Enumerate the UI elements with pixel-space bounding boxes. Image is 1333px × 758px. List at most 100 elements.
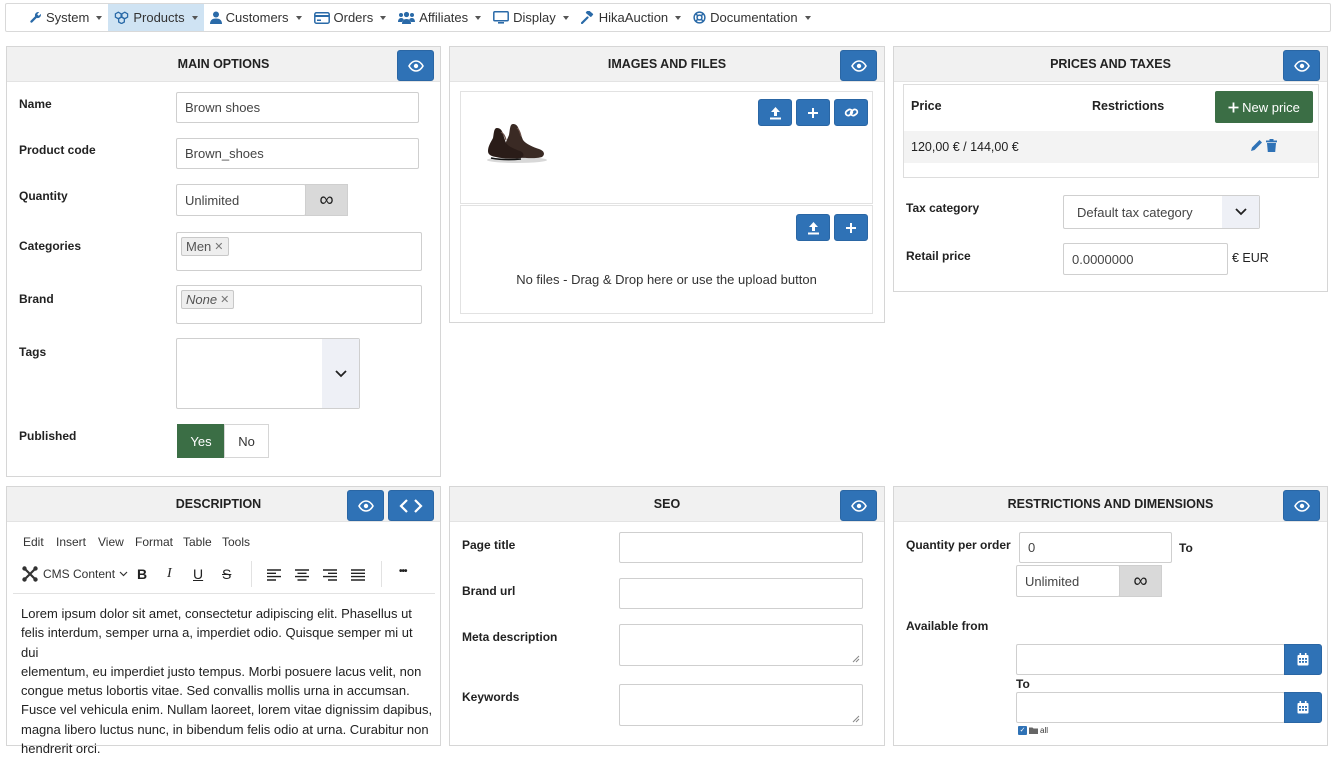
calendar-icon [1297, 701, 1309, 714]
nav-orders[interactable]: Orders [308, 4, 393, 31]
max-quantity-input[interactable]: Unlimited [1016, 565, 1120, 597]
nav-documentation[interactable]: Documentation [687, 4, 816, 31]
available-to-calendar-button[interactable] [1284, 692, 1322, 723]
align-left-icon [267, 569, 281, 581]
new-price-button[interactable]: New price [1215, 91, 1313, 123]
keywords-label: Keywords [462, 690, 520, 704]
menu-table[interactable]: Table [183, 535, 212, 549]
product-code-label: Product code [19, 143, 96, 157]
product-image[interactable] [483, 120, 549, 167]
tags-select[interactable] [176, 338, 360, 409]
align-center-button[interactable] [295, 569, 309, 584]
categories-label: Categories [19, 239, 82, 253]
published-no-button[interactable]: No [224, 424, 269, 458]
editor-content[interactable]: Lorem ipsum dolor sit amet, consectetur … [21, 604, 433, 758]
link-image-button[interactable] [834, 99, 868, 126]
keywords-textarea[interactable] [619, 684, 863, 726]
min-quantity-input[interactable]: 0 [1019, 532, 1172, 563]
remove-tag-icon[interactable]: ✕ [220, 293, 229, 306]
toggle-visibility-button[interactable] [1283, 490, 1320, 521]
pencil-icon [1251, 140, 1262, 151]
nav-label: Affiliates [419, 10, 469, 25]
cms-content-dropdown[interactable]: CMS Content [21, 565, 128, 583]
upload-image-button[interactable] [758, 99, 792, 126]
menu-insert[interactable]: Insert [56, 535, 86, 549]
tax-category-value: Default tax category [1077, 205, 1193, 220]
nav-products[interactable]: Products [108, 4, 204, 31]
categories-select[interactable]: Men ✕ [176, 232, 422, 271]
nav-label: Documentation [710, 10, 798, 25]
nav-display[interactable]: Display [487, 4, 575, 31]
toggle-visibility-button[interactable] [1283, 50, 1320, 81]
justify-button[interactable] [351, 569, 365, 584]
eye-icon [407, 59, 424, 72]
remove-tag-icon[interactable]: ✕ [214, 240, 223, 253]
brand-select[interactable]: None ✕ [176, 285, 422, 324]
bold-button[interactable]: B [137, 566, 147, 582]
editor-line: magna libero luctus nunc, in bibendum fe… [21, 721, 429, 737]
available-from-calendar-button[interactable] [1284, 644, 1322, 675]
toggle-visibility-button[interactable] [347, 490, 384, 521]
menu-edit[interactable]: Edit [23, 535, 44, 549]
plus-icon [1228, 102, 1239, 112]
italic-button[interactable]: I [167, 566, 172, 582]
monitor-icon [493, 11, 510, 24]
align-right-button[interactable] [323, 569, 337, 584]
upload-icon [769, 106, 781, 119]
images-dropzone[interactable] [460, 91, 873, 204]
strikethrough-button[interactable]: S [222, 566, 231, 582]
quantity-input[interactable]: Unlimited [176, 184, 306, 216]
page-title-input[interactable] [619, 532, 863, 563]
retail-price-input[interactable]: 0.0000000 [1063, 243, 1228, 275]
unlimited-toggle-button[interactable]: ∞ [1119, 565, 1162, 597]
eye-icon [357, 499, 374, 512]
resize-handle-icon[interactable] [852, 715, 860, 723]
meta-description-textarea[interactable] [619, 624, 863, 666]
editor-separator [13, 593, 435, 594]
gavel-icon [580, 11, 595, 24]
editor-line: Fusce vel vehicula enim. Nullam laoreet,… [21, 702, 433, 718]
toggle-visibility-button[interactable] [840, 490, 877, 521]
add-image-button[interactable] [796, 99, 830, 126]
published-yes-button[interactable]: Yes [177, 424, 225, 458]
upload-icon [807, 221, 819, 234]
underline-button[interactable]: U [193, 566, 203, 582]
available-to-input[interactable] [1016, 692, 1285, 723]
nav-hikaauction[interactable]: HikaAuction [575, 4, 687, 31]
editor-toolbar: CMS Content B I U S ••• [13, 561, 435, 591]
toggle-visibility-button[interactable] [840, 50, 877, 81]
align-left-button[interactable] [267, 569, 281, 584]
toggle-visibility-button[interactable] [397, 50, 434, 81]
add-file-button[interactable] [834, 214, 868, 241]
product-code-input[interactable]: Brown_shoes [176, 138, 419, 169]
files-dropzone[interactable]: No files - Drag & Drop here or use the u… [460, 205, 873, 314]
upload-file-button[interactable] [796, 214, 830, 241]
available-from-input[interactable] [1016, 644, 1285, 675]
tags-dropdown-toggle[interactable] [322, 339, 359, 408]
unlimited-toggle-button[interactable]: ∞ [305, 184, 348, 216]
more-options-button[interactable]: ••• [399, 566, 407, 577]
resize-handle-icon[interactable] [852, 655, 860, 663]
new-price-label: New price [1242, 99, 1300, 115]
toggle-editor-button[interactable] [388, 490, 434, 521]
link-icon [844, 108, 858, 117]
tax-category-toggle[interactable] [1222, 196, 1259, 228]
nav-customers[interactable]: Customers [204, 4, 308, 31]
menu-tools[interactable]: Tools [222, 535, 250, 549]
users-icon [398, 11, 416, 24]
panel-title: SEO [450, 487, 884, 522]
tax-category-select[interactable]: Default tax category [1063, 195, 1260, 229]
delete-price-button[interactable] [1266, 139, 1277, 155]
code-icon [399, 498, 423, 513]
name-input[interactable]: Brown shoes [176, 92, 419, 123]
toolbar-divider [251, 561, 252, 587]
nav-affiliates[interactable]: Affiliates [392, 4, 487, 31]
brand-url-input[interactable] [619, 578, 863, 609]
cubes-icon [114, 11, 129, 24]
panel-title: PRICES AND TAXES [894, 47, 1327, 82]
menu-format[interactable]: Format [135, 535, 173, 549]
nav-label: Products [133, 10, 185, 25]
edit-price-button[interactable] [1250, 139, 1263, 155]
menu-view[interactable]: View [98, 535, 124, 549]
nav-system[interactable]: System [23, 4, 108, 31]
